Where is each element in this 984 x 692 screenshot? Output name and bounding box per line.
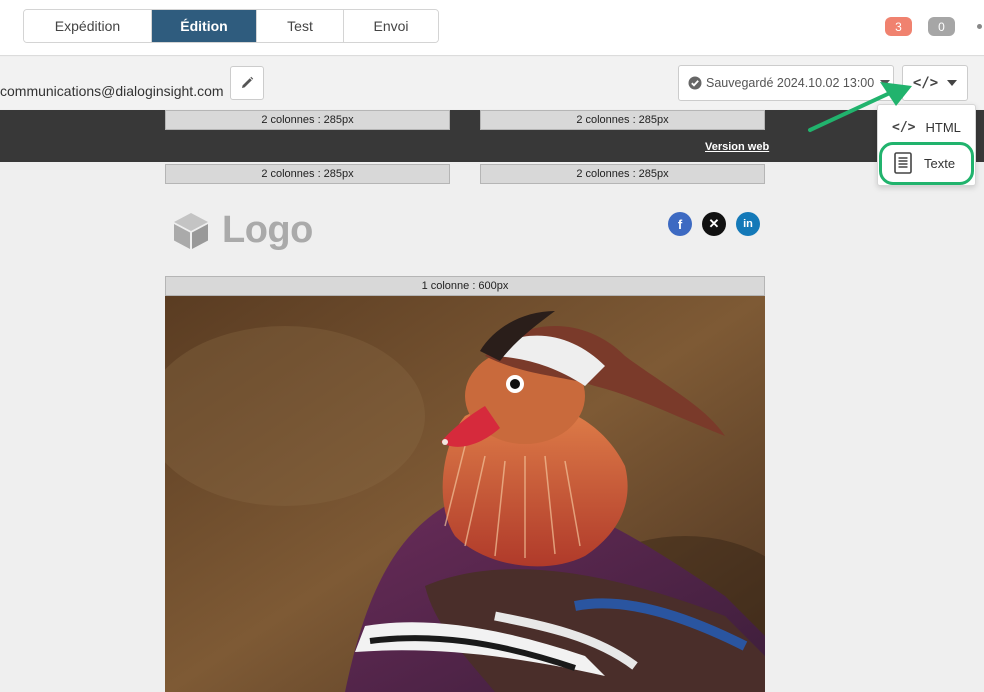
- chevron-down-icon: [947, 80, 958, 86]
- tab-edition[interactable]: Édition: [152, 10, 257, 42]
- hero-image[interactable]: [165, 296, 765, 692]
- linkedin-icon[interactable]: in: [736, 212, 760, 236]
- logo-text: Logo: [222, 209, 313, 251]
- top-bar: Expédition Édition Test Envoi 3 0: [0, 0, 984, 56]
- column-label: 2 colonnes : 285px: [165, 164, 450, 184]
- check-circle-icon: [688, 76, 702, 90]
- sender-email: communications@dialoginsight.com: [0, 83, 224, 99]
- pencil-icon: [242, 76, 254, 88]
- notification-badge-grey[interactable]: 0: [928, 17, 955, 36]
- edit-sender-button[interactable]: [230, 66, 264, 100]
- step-tabs: Expédition Édition Test Envoi: [23, 9, 439, 43]
- menu-item-html-label: HTML: [925, 119, 961, 135]
- column-label: 2 colonnes : 285px: [165, 110, 450, 130]
- tab-envoi[interactable]: Envoi: [344, 10, 438, 42]
- facebook-icon[interactable]: f: [668, 212, 692, 236]
- column-label: 1 colonne : 600px: [165, 276, 765, 296]
- x-icon[interactable]: ✕: [702, 212, 726, 236]
- tab-test[interactable]: Test: [257, 10, 344, 42]
- more-dot-icon[interactable]: [977, 24, 982, 29]
- cube-icon: [174, 212, 208, 249]
- version-web-link[interactable]: Version web: [705, 141, 769, 153]
- column-label: 2 colonnes : 285px: [480, 110, 765, 130]
- column-label: 2 colonnes : 285px: [480, 164, 765, 184]
- notification-badge-red[interactable]: 3: [885, 17, 912, 36]
- logo[interactable]: Logo: [172, 209, 313, 252]
- tab-expedition[interactable]: Expédition: [24, 10, 152, 42]
- highlight-annotation: [879, 142, 974, 185]
- annotation-arrow: [808, 82, 912, 132]
